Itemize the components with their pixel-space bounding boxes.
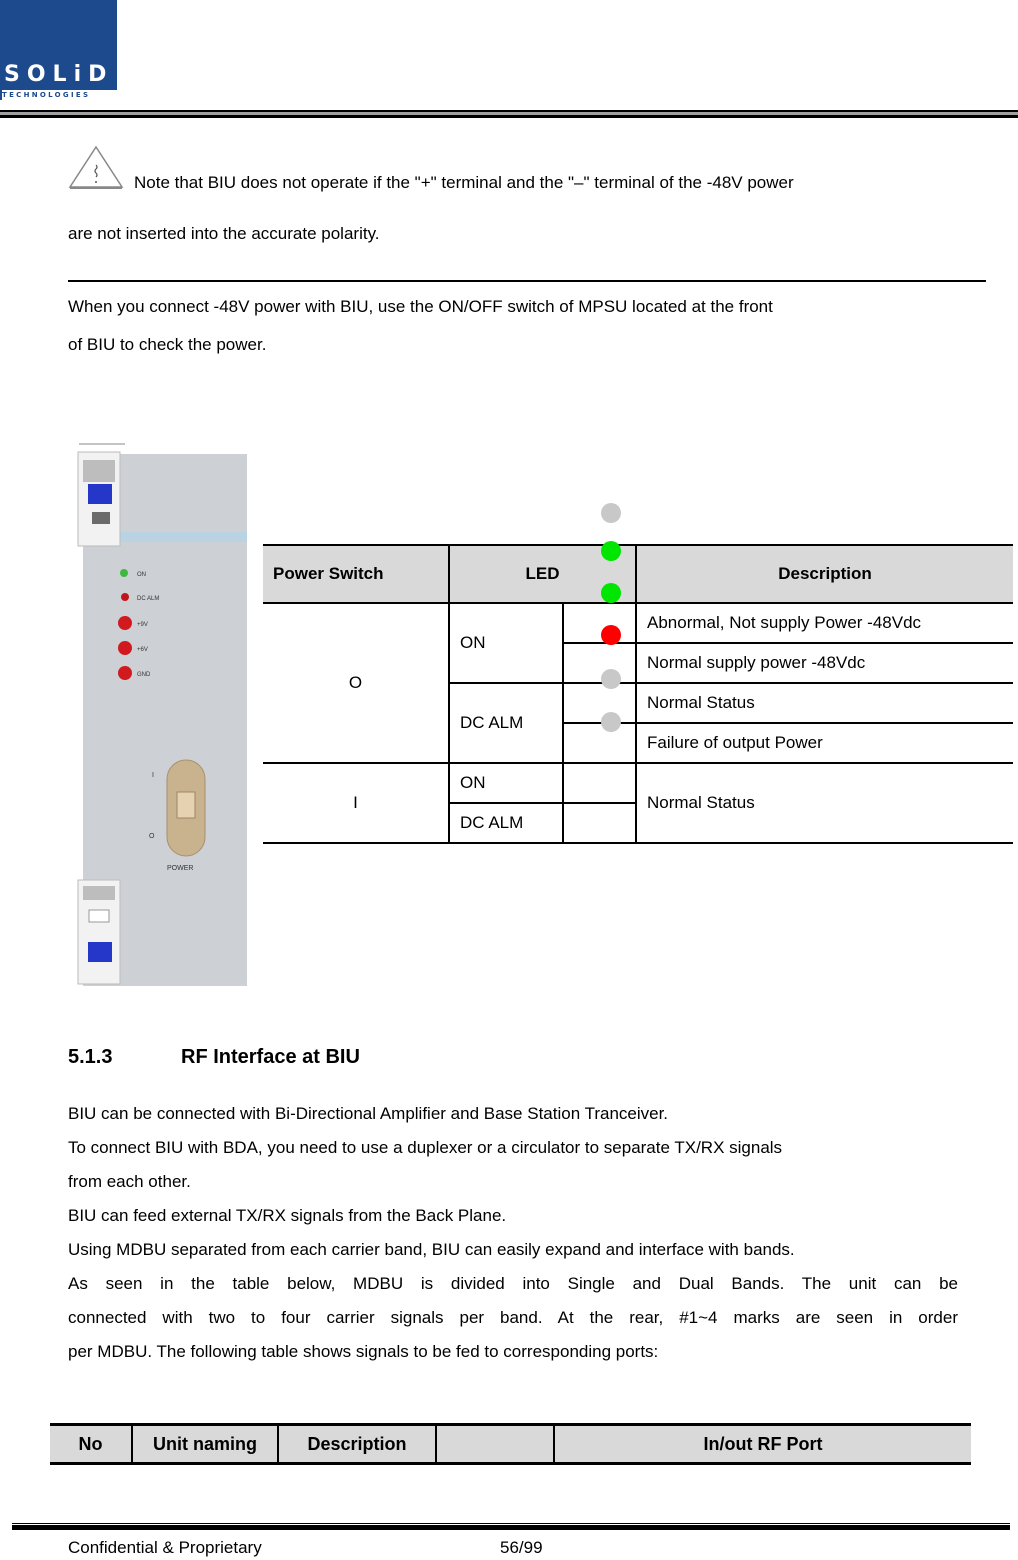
paragraph-line: BIU can be connected with Bi-Directional… — [68, 1104, 669, 1123]
description-cell: Normal Status — [635, 682, 1013, 724]
led-indicator-cell — [563, 722, 637, 764]
device-led-label: GND — [137, 672, 151, 678]
warning-triangle-icon — [68, 145, 124, 189]
power-caption: POWER — [167, 865, 193, 872]
paragraph-line: BIU can feed external TX/RX signals from… — [68, 1206, 507, 1225]
description-cell: Normal Status — [635, 762, 1013, 844]
header-rule-thick — [0, 115, 1018, 118]
table-row: I ON Normal Status — [263, 762, 1013, 844]
header-blank — [435, 1423, 554, 1465]
biu-front-panel-image: ON DC ALM +9V +6V GND I O POWER — [77, 443, 247, 986]
description-cell: Abnormal, Not supply Power -48Vdc — [635, 602, 1013, 644]
led-gnd-indicator — [118, 666, 132, 680]
led-6v-indicator — [118, 641, 132, 655]
footer-rule-thin — [12, 1523, 1010, 1524]
header-no: No — [50, 1423, 132, 1465]
header-power-switch: Power Switch — [263, 544, 450, 604]
note-line-2: are not inserted into the accurate polar… — [68, 224, 380, 243]
header-description: Description — [635, 544, 1013, 604]
table-header-row: Power Switch LED Description — [263, 544, 1013, 604]
note-line-1: Note that BIU does not operate if the "+… — [134, 173, 794, 192]
company-logo: SOLiD TECHNOLOGIES — [0, 0, 117, 100]
logo-wordmark: SOLiD — [4, 62, 114, 87]
header-rf-port: In/out RF Port — [553, 1423, 971, 1465]
description-cell: Failure of output Power — [635, 722, 1013, 764]
paragraph-line: per MDBU. The following table shows sign… — [68, 1342, 659, 1361]
paragraph-line: As seen in the table below, MDBU is divi… — [68, 1274, 958, 1293]
header-unit-naming: Unit naming — [131, 1423, 278, 1465]
led-dot-green-icon — [601, 541, 621, 561]
header-description: Description — [277, 1423, 436, 1465]
led-dot-gray-icon — [601, 503, 621, 523]
power-switch-off-cell: O — [263, 602, 450, 764]
led-9v-indicator — [118, 616, 132, 630]
paragraph-line: from each other. — [68, 1172, 191, 1191]
intro-line-1: When you connect -48V power with BIU, us… — [68, 297, 773, 316]
led-indicator-cell — [562, 682, 637, 724]
paragraph-line: connected with two to four carrier signa… — [68, 1308, 958, 1327]
led-name-cell: ON — [448, 602, 564, 684]
section-heading: 5.1.3 RF Interface at BIU — [68, 1046, 360, 1069]
led-indicator-cell — [562, 602, 637, 644]
device-led-label: +9V — [137, 622, 148, 628]
table-row: O ON Abnormal, Not supply Power -48Vdc — [263, 602, 1013, 764]
footer-page-number: 56/99 — [500, 1538, 543, 1557]
led-status-table: Power Switch LED Description O ON Abnorm… — [263, 544, 1013, 844]
led-dot-gray-icon — [601, 669, 621, 689]
section-divider — [68, 280, 986, 282]
svg-text:O: O — [149, 833, 155, 840]
device-led-label: +6V — [137, 647, 148, 653]
led-dcalm-indicator — [121, 593, 129, 601]
led-indicator-cell — [562, 762, 637, 804]
led-dot-green-icon — [601, 583, 621, 603]
led-name-cell: DC ALM — [449, 802, 564, 844]
led-dot-gray-icon — [601, 712, 621, 732]
led-name-cell: ON — [448, 762, 564, 804]
section-body: BIU can be connected with Bi-Directional… — [68, 1097, 958, 1369]
svg-text:I: I — [152, 772, 154, 779]
device-led-label: DC ALM — [137, 596, 159, 602]
section-number: 5.1.3 — [68, 1046, 113, 1068]
footer-rule-thick — [12, 1525, 1010, 1530]
rf-port-table: No Unit naming Description In/out RF Por… — [50, 1423, 971, 1465]
paragraph-line: Using MDBU separated from each carrier b… — [68, 1240, 795, 1259]
intro-line-2: of BIU to check the power. — [68, 335, 267, 354]
section-title: RF Interface at BIU — [181, 1046, 360, 1068]
power-switch-on-cell: I — [263, 762, 450, 844]
led-on-indicator — [120, 569, 128, 577]
description-cell: Normal supply power -48Vdc — [635, 642, 1013, 684]
led-indicator-cell — [562, 802, 636, 844]
device-led-label: ON — [137, 572, 146, 578]
led-dot-red-icon — [601, 625, 621, 645]
solid-badge-bottom — [88, 942, 112, 962]
logo-subtitle: TECHNOLOGIES — [2, 90, 117, 100]
table-header-row: No Unit naming Description In/out RF Por… — [50, 1423, 971, 1465]
solid-badge-top — [88, 484, 112, 504]
paragraph-line: To connect BIU with BDA, you need to use… — [68, 1138, 783, 1157]
footer-confidential: Confidential & Proprietary — [68, 1538, 262, 1557]
led-name-cell: DC ALM — [449, 682, 564, 764]
led-indicator-cell — [563, 642, 637, 684]
